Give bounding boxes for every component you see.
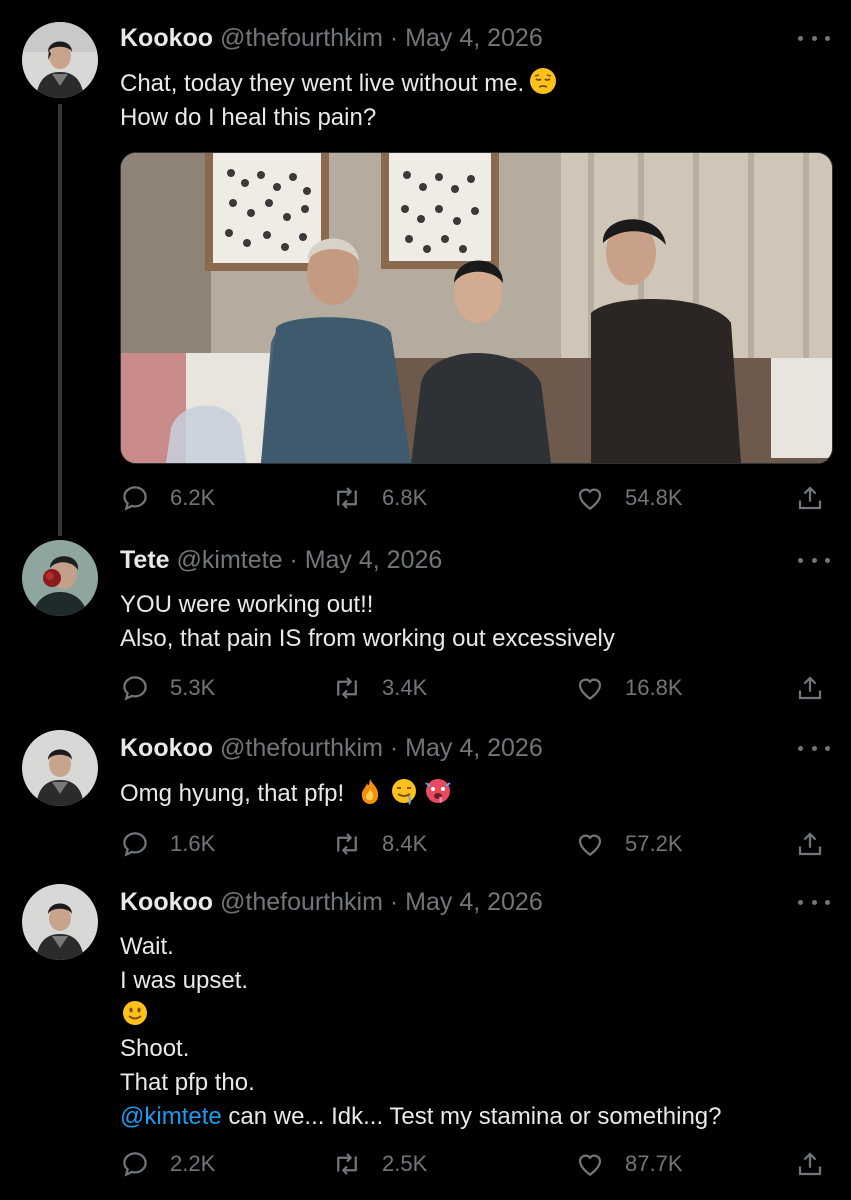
tweet-line: How do I heal this pain? [120, 104, 377, 131]
tweet-media-image[interactable] [120, 152, 833, 464]
avatar[interactable] [22, 730, 98, 806]
tweet-line: That pfp tho. [120, 1069, 255, 1096]
like-count: 16.8K [625, 675, 683, 700]
share-button[interactable] [795, 826, 845, 862]
share-icon [798, 1152, 822, 1176]
mention-link[interactable]: @kimtete [120, 1103, 222, 1130]
retweet-button[interactable]: 3.4K [332, 670, 427, 706]
handle-and-date: @kimtete · May 4, 2026 [176, 546, 443, 574]
more-icon[interactable] [798, 550, 830, 570]
tweet-actions: 1.6K 8.4K 57.2K [120, 826, 831, 862]
tweet-text: Chat, today they went live without me. H… [120, 66, 558, 135]
retweet-icon [337, 487, 357, 509]
tweet-header: Kookoo @thefourthkim · May 4, 2026 [120, 888, 543, 917]
tweet-text: Omg hyung, that pfp! [120, 776, 453, 811]
like-count: 54.8K [625, 485, 683, 510]
tweet-4[interactable]: Kookoo @thefourthkim · May 4, 2026 Wait.… [0, 880, 851, 1200]
reply-count: 1.6K [170, 831, 216, 856]
share-icon [798, 486, 822, 510]
reply-icon [123, 676, 147, 701]
more-icon[interactable] [798, 738, 830, 758]
reply-icon [123, 1152, 147, 1177]
retweet-button[interactable]: 2.5K [332, 1146, 427, 1182]
handle-and-date: @thefourthkim · May 4, 2026 [220, 734, 543, 762]
like-button[interactable]: 57.2K [575, 826, 683, 862]
retweet-count: 3.4K [382, 675, 428, 700]
share-icon [798, 832, 822, 856]
tweet-line: YOU were working out!! [120, 591, 374, 618]
handle-and-date: @thefourthkim · May 4, 2026 [220, 24, 543, 52]
tweet-line: Wait. [120, 933, 174, 960]
like-button[interactable]: 16.8K [575, 670, 683, 706]
tweet-1[interactable]: Kookoo @thefourthkim · May 4, 2026 Chat,… [0, 0, 851, 540]
tweet-actions: 2.2K 2.5K 87.7K [120, 1146, 831, 1182]
more-icon[interactable] [798, 892, 830, 912]
retweet-count: 8.4K [382, 831, 428, 856]
retweet-count: 2.5K [382, 1151, 428, 1176]
heart-icon [578, 834, 602, 856]
retweet-button[interactable]: 8.4K [332, 826, 427, 862]
tweet-header: Kookoo @thefourthkim · May 4, 2026 [120, 24, 543, 53]
tweet-line: can we... Idk... Test my stamina or some… [221, 1103, 722, 1130]
avatar[interactable] [22, 884, 98, 960]
like-count: 87.7K [625, 1151, 683, 1176]
share-button[interactable] [795, 480, 845, 516]
tweet-2[interactable]: Tete @kimtete · May 4, 2026 YOU were wor… [0, 540, 851, 730]
reply-button[interactable]: 5.3K [120, 670, 215, 706]
share-icon [798, 676, 822, 700]
tweet-line: Omg hyung, that pfp! [120, 780, 345, 807]
tweet-actions: 5.3K 3.4K 16.8K [120, 670, 831, 706]
display-name[interactable]: Kookoo [120, 888, 213, 916]
share-button[interactable] [795, 1146, 845, 1182]
display-name[interactable]: Tete [120, 546, 170, 574]
reply-count: 6.2K [170, 485, 216, 510]
avatar[interactable] [22, 540, 98, 616]
hot-face-emoji-icon [425, 779, 451, 804]
pensive-face-emoji-icon [530, 68, 557, 94]
tweet-line: Also, that pain IS from working out exce… [120, 625, 615, 652]
display-name[interactable]: Kookoo [120, 734, 213, 762]
retweet-icon [337, 833, 357, 855]
tweet-text: YOU were working out!! Also, that pain I… [120, 588, 615, 656]
more-icon[interactable] [798, 28, 830, 48]
reply-button[interactable]: 6.2K [120, 480, 215, 516]
retweet-count: 6.8K [382, 485, 428, 510]
reply-icon [123, 832, 147, 857]
reply-count: 5.3K [170, 675, 216, 700]
tweet-line: Chat, today they went live without me. [120, 70, 525, 97]
retweet-icon [337, 1153, 357, 1175]
reply-count: 2.2K [170, 1151, 216, 1176]
heart-icon [578, 678, 602, 700]
tweet-header: Tete @kimtete · May 4, 2026 [120, 546, 442, 575]
avatar[interactable] [22, 22, 98, 98]
fire-emoji-icon [361, 779, 378, 804]
display-name[interactable]: Kookoo [120, 24, 213, 52]
retweet-icon [337, 677, 357, 699]
like-count: 57.2K [625, 831, 683, 856]
slightly-smiling-face-emoji-icon [123, 1001, 147, 1025]
heart-icon [578, 1154, 602, 1176]
reply-button[interactable]: 1.6K [120, 826, 215, 862]
share-button[interactable] [795, 670, 845, 706]
handle-and-date: @thefourthkim · May 4, 2026 [220, 888, 543, 916]
tweet-text: Wait. I was upset. Shoot. That pfp tho. … [120, 930, 722, 1134]
tweet-actions: 6.2K 6.8K 54.8K [120, 480, 831, 516]
tweet-header: Kookoo @thefourthkim · May 4, 2026 [120, 734, 543, 763]
like-button[interactable]: 87.7K [575, 1146, 683, 1182]
tweet-3[interactable]: Kookoo @thefourthkim · May 4, 2026 Omg h… [0, 730, 851, 880]
heart-icon [578, 488, 602, 510]
reply-icon [123, 486, 147, 511]
drooling-face-emoji-icon [391, 779, 416, 805]
tweet-line: Shoot. [120, 1035, 190, 1062]
reply-button[interactable]: 2.2K [120, 1146, 215, 1182]
tweet-line: I was upset. [120, 967, 249, 994]
retweet-button[interactable]: 6.8K [332, 480, 427, 516]
like-button[interactable]: 54.8K [575, 480, 683, 516]
